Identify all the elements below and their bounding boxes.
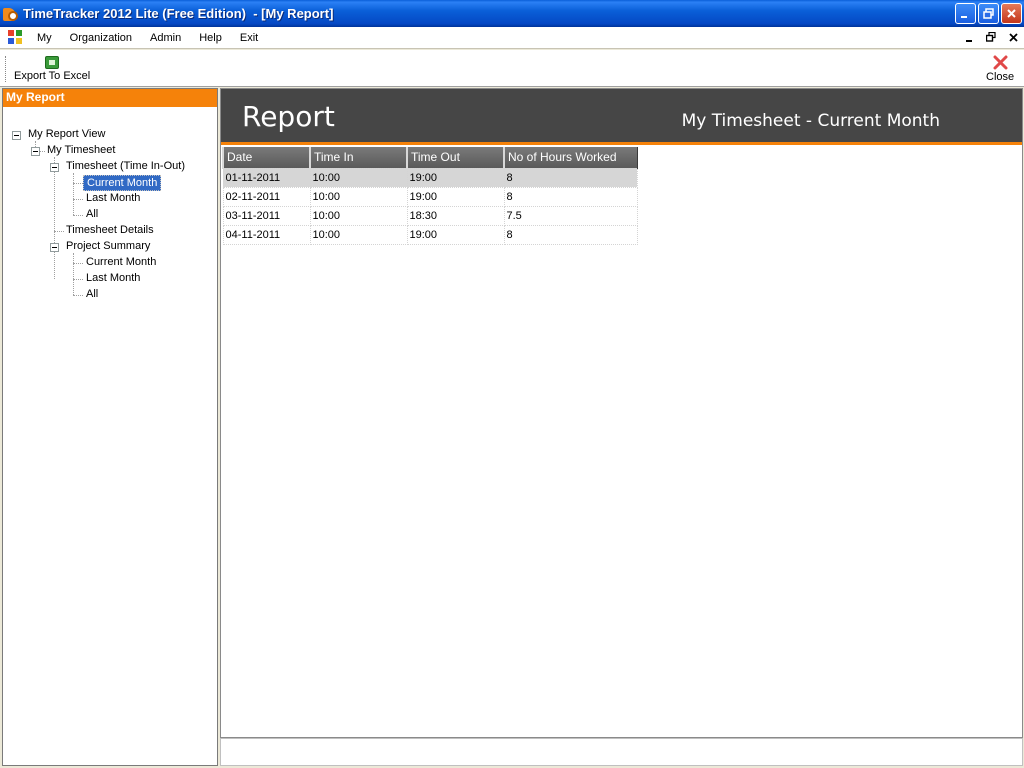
col-time-out[interactable]: Time Out	[406, 147, 505, 168]
cell-time-out[interactable]: 19:00	[406, 224, 505, 245]
mdi-child-icon[interactable]	[8, 29, 24, 46]
restore-icon	[983, 8, 994, 19]
grid-header-row: Date Time In Time Out No of Hours Worked	[222, 147, 638, 168]
expander-my-timesheet[interactable]	[31, 147, 40, 156]
app-icon	[3, 6, 19, 22]
left-panel-header: My Report	[3, 89, 217, 107]
close-window-button[interactable]	[1001, 3, 1022, 24]
tree-timesheet-in-out[interactable]: Timesheet (Time In-Out)	[63, 159, 188, 175]
mdi-close-icon[interactable]	[1006, 30, 1020, 44]
cell-time-in[interactable]: 10:00	[309, 224, 408, 245]
tree-ts-current-month[interactable]: Current Month	[83, 175, 162, 191]
tree-ts-last-month[interactable]: Last Month	[83, 191, 143, 207]
status-bar	[220, 738, 1023, 766]
minimize-button[interactable]	[955, 3, 976, 24]
cell-date[interactable]: 02-11-2011	[222, 186, 311, 207]
cell-hours[interactable]: 7.5	[503, 205, 638, 226]
tree-my-report-view[interactable]: My Report View	[25, 127, 108, 143]
col-date[interactable]: Date	[222, 147, 311, 168]
tree-ps-last-month[interactable]: Last Month	[83, 271, 143, 287]
close-label: Close	[986, 71, 1015, 83]
cell-hours[interactable]: 8	[503, 224, 638, 245]
table-row[interactable]: 04-11-2011 10:00 19:00 8	[222, 224, 638, 245]
report-content-panel: Report My Timesheet - Current Month Date…	[220, 88, 1023, 738]
menu-bar: My Organization Admin Help Exit	[0, 27, 1024, 49]
cell-date[interactable]: 03-11-2011	[222, 205, 311, 226]
tree-timesheet-details[interactable]: Timesheet Details	[63, 223, 157, 239]
cell-time-out[interactable]: 19:00	[406, 167, 505, 188]
tree-ts-all[interactable]: All	[83, 207, 101, 223]
cell-time-out[interactable]: 19:00	[406, 186, 505, 207]
menu-my[interactable]: My	[28, 28, 61, 48]
close-icon	[1007, 9, 1016, 18]
expander-root[interactable]	[12, 131, 21, 140]
report-title: Report	[242, 100, 335, 133]
cell-time-in[interactable]: 10:00	[309, 205, 408, 226]
table-row[interactable]: 01-11-2011 10:00 19:00 8	[222, 167, 638, 188]
cell-time-in[interactable]: 10:00	[309, 167, 408, 188]
report-navigation-panel: My Report My Report View My Timesheet Ti…	[2, 88, 218, 766]
menu-help[interactable]: Help	[190, 28, 231, 48]
col-hours-worked[interactable]: No of Hours Worked	[503, 147, 638, 168]
table-row[interactable]: 03-11-2011 10:00 18:30 7.5	[222, 205, 638, 226]
toolbar: Export To Excel Close	[0, 50, 1024, 87]
expander-timesheet-in-out[interactable]	[50, 163, 59, 172]
window-titlebar[interactable]: TimeTracker 2012 Lite (Free Edition) - […	[0, 0, 1024, 27]
cell-date[interactable]: 04-11-2011	[222, 224, 311, 245]
report-header: Report My Timesheet - Current Month	[221, 89, 1022, 145]
close-button[interactable]: Close	[986, 55, 1014, 83]
restore-button[interactable]	[978, 3, 999, 24]
mdi-minimize-icon[interactable]	[962, 30, 976, 44]
toolbar-grip[interactable]	[5, 56, 7, 82]
cell-time-in[interactable]: 10:00	[309, 186, 408, 207]
cell-date[interactable]: 01-11-2011	[222, 167, 311, 188]
menu-organization[interactable]: Organization	[61, 28, 141, 48]
cell-hours[interactable]: 8	[503, 167, 638, 188]
cell-time-out[interactable]: 18:30	[406, 205, 505, 226]
minimize-icon	[961, 16, 967, 18]
expander-project-summary[interactable]	[50, 243, 59, 252]
tree-ps-current-month[interactable]: Current Month	[83, 255, 159, 271]
tree-ps-all[interactable]: All	[83, 287, 101, 303]
col-time-in[interactable]: Time In	[309, 147, 408, 168]
close-x-icon	[993, 55, 1008, 70]
export-to-excel-button[interactable]: Export To Excel	[14, 56, 90, 82]
menu-admin[interactable]: Admin	[141, 28, 190, 48]
tree-project-summary[interactable]: Project Summary	[63, 239, 153, 255]
window-title: TimeTracker 2012 Lite (Free Edition) - […	[23, 6, 334, 21]
timesheet-grid: Date Time In Time Out No of Hours Worked…	[222, 147, 638, 245]
tree-my-timesheet[interactable]: My Timesheet	[44, 143, 118, 159]
cell-hours[interactable]: 8	[503, 186, 638, 207]
report-subtitle: My Timesheet - Current Month	[681, 111, 940, 131]
table-row[interactable]: 02-11-2011 10:00 19:00 8	[222, 186, 638, 207]
excel-icon	[45, 56, 60, 69]
export-label: Export To Excel	[14, 70, 91, 82]
mdi-restore-icon[interactable]	[984, 30, 998, 44]
menu-exit[interactable]: Exit	[231, 28, 267, 48]
